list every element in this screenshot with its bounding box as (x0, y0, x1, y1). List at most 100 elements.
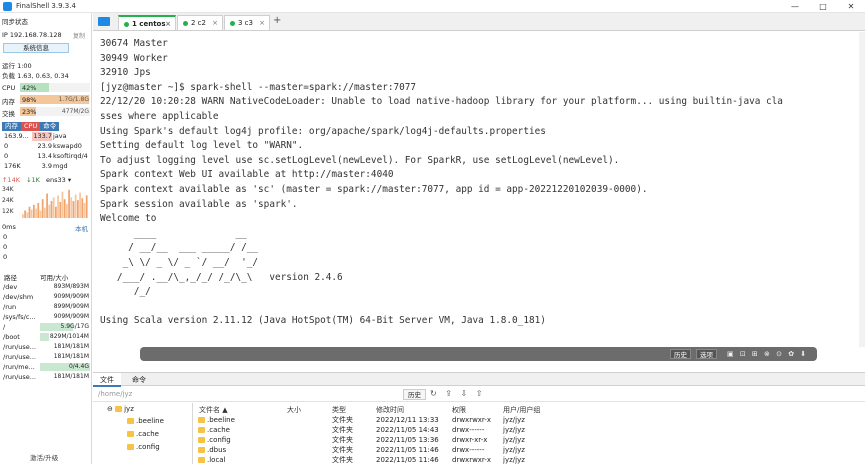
latency-host[interactable]: 本机 (75, 223, 88, 233)
file-row[interactable]: .beeline 文件夹 2022/12/11 13:33 drwxrwxr-x jyz… (195, 415, 865, 425)
disk-path: /run (3, 303, 17, 311)
disk-usage-value: 0/4.4G (68, 363, 89, 370)
tab-c2[interactable]: 2 c2 × (177, 15, 223, 30)
net-traffic-bar (72, 201, 75, 218)
process-row[interactable]: 0 23.9 kswapd0 (2, 142, 90, 151)
file-action-icons[interactable]: ↻ ⇪ ⇩ ⇧ (430, 389, 485, 398)
col-mtime[interactable]: 修改时间 (376, 405, 404, 415)
maximize-button[interactable]: □ (809, 0, 837, 13)
tab-commands[interactable]: 命令 (125, 373, 153, 387)
folder-icon (127, 418, 134, 424)
meter-percent: 98% (22, 96, 37, 104)
path-input[interactable]: /home/jyz (96, 389, 396, 400)
col-size[interactable]: 大小 (287, 405, 301, 415)
file-type: 文件夹 (332, 416, 353, 424)
folder-icon (127, 444, 134, 450)
tab-label: 2 c2 (191, 19, 206, 27)
terminal-line: /_/ (100, 286, 151, 298)
close-tab-icon[interactable]: × (212, 16, 218, 30)
col-type[interactable]: 类型 (332, 405, 346, 415)
terminal-line: Spark session available as 'spark'. (100, 198, 298, 210)
tab-sort-memory[interactable]: 内存 (2, 122, 21, 131)
net-traffic-bar (66, 203, 68, 218)
command-toolbar-icons[interactable]: ▣ ⊡ ⊞ ⊗ ⊙ ✿ ⬇ (727, 349, 808, 359)
disk-row: /run 899M/909M (2, 302, 90, 312)
process-row[interactable]: 176K 3.9 mgd (2, 162, 90, 171)
disk-usage-value: 829M/1014M (49, 333, 89, 340)
tree-root[interactable]: ⊖ jyz (107, 405, 134, 413)
disk-path: /dev (3, 283, 18, 291)
process-cpu: 3.9 (41, 162, 52, 170)
file-row[interactable]: .cache 文件夹 2022/11/05 14:43 drwx------ jyz/j… (195, 425, 865, 435)
file-row[interactable]: .local 文件夹 2022/11/05 11:46 drwxrwxr-x jyz/j… (195, 455, 865, 464)
file-mtime: 2022/11/05 11:46 (376, 456, 439, 464)
disk-path: /dev/shm (3, 293, 34, 301)
terminal-scrollbar[interactable] (859, 32, 865, 347)
net-traffic-bar (39, 210, 42, 218)
net-axis-label: 24K (2, 197, 15, 204)
command-input-bar[interactable]: 历史 选项 ▣ ⊡ ⊞ ⊗ ⊙ ✿ ⬇ (140, 347, 817, 361)
file-row[interactable]: .dbus 文件夹 2022/11/05 11:46 drwx------ jyz/jy… (195, 445, 865, 455)
connected-dot-icon (230, 20, 235, 26)
add-tab-button[interactable]: + (273, 15, 281, 26)
command-history-button[interactable]: 历史 (670, 349, 691, 359)
tab-centos[interactable]: 1 centos × (118, 15, 176, 30)
disk-path: /run/use... (3, 353, 36, 361)
disk-path-header: 路径 (4, 274, 17, 282)
activate-upgrade-link[interactable]: 激活/升级 (30, 452, 58, 462)
net-traffic-bar (48, 204, 51, 218)
process-command: kswapd0 (53, 142, 82, 150)
terminal-output[interactable]: 30674 Master 30949 Worker 32910 Jps [jyz@ma… (93, 32, 865, 347)
upload-rate: ↑14K (2, 176, 20, 184)
tab-sort-command[interactable]: 命令 (40, 122, 60, 131)
col-owner[interactable]: 用户/用户组 (503, 405, 540, 415)
tab-sort-cpu[interactable]: CPU (21, 122, 41, 131)
folder-icon (198, 427, 205, 433)
file-row[interactable]: .config 文件夹 2022/11/05 13:36 drwxr-xr-x jyz/… (195, 435, 865, 445)
sync-status-label: 同步状态 (2, 18, 28, 26)
network-interface-select[interactable]: ens33 ▾ (46, 176, 71, 184)
disk-avail-header: 可用/大小 (40, 274, 69, 282)
file-mtime: 2022/11/05 14:43 (376, 426, 439, 434)
file-owner: jyz/jyz (503, 436, 525, 444)
disk-usage-value: 181M/181M (53, 373, 89, 380)
close-window-button[interactable]: ✕ (837, 0, 865, 13)
tree-folder[interactable]: .cache (127, 430, 159, 438)
process-row[interactable]: 0 13.4 ksoftirqd/4 (2, 152, 90, 161)
collapse-icon[interactable]: ⊖ (107, 405, 113, 413)
system-info-button[interactable]: 系统信息 (3, 43, 69, 53)
net-traffic-bar (79, 192, 81, 218)
tree-folder-label: .config (136, 443, 160, 451)
tree-folder[interactable]: .beeline (127, 417, 164, 425)
net-axis-label: 34K (2, 186, 15, 193)
file-type: 文件夹 (332, 426, 353, 434)
meter-label: CPU (2, 84, 16, 92)
tab-c3[interactable]: 3 c3 × (224, 15, 270, 30)
col-permission[interactable]: 权限 (452, 405, 466, 415)
command-options-button[interactable]: 选项 (696, 349, 717, 359)
load-average: 负载 1.63, 0.63, 0.34 (2, 72, 69, 80)
tab-files[interactable]: 文件 (93, 373, 121, 387)
copy-ip-link[interactable]: 复制 (73, 31, 85, 40)
net-traffic-bar (85, 195, 88, 218)
bottom-panel-tabs: 文件 命令 (93, 372, 865, 387)
tree-folder[interactable]: .config (127, 443, 160, 451)
disk-usage-bar: 829M/1014M (40, 333, 90, 341)
file-permission: drwxrwxr-x (452, 416, 492, 424)
process-row[interactable]: 163.9... 133.7 java (2, 132, 90, 141)
net-axis-label: 12K (2, 208, 15, 215)
net-traffic-bar (74, 194, 77, 218)
resource-meter: 交换 23% 477M/2G (2, 107, 90, 118)
disk-usage-bar: 181M/181M (40, 353, 90, 361)
close-tab-icon[interactable]: × (259, 16, 265, 30)
tree-folder-label: .beeline (136, 417, 164, 425)
minimize-button[interactable]: — (781, 0, 809, 13)
ip-address: IP 192.168.78.128 (2, 31, 62, 39)
disk-row: /run/me... 0/4.4G (2, 362, 90, 372)
close-tab-icon[interactable]: × (165, 17, 171, 31)
path-history-button[interactable]: 历史 (403, 389, 426, 400)
disk-row: /run/use... 181M/181M (2, 352, 90, 362)
col-name[interactable]: 文件名 ▲ (199, 405, 228, 415)
folder-icon[interactable] (98, 17, 110, 26)
disk-path: /run/me... (3, 363, 35, 371)
